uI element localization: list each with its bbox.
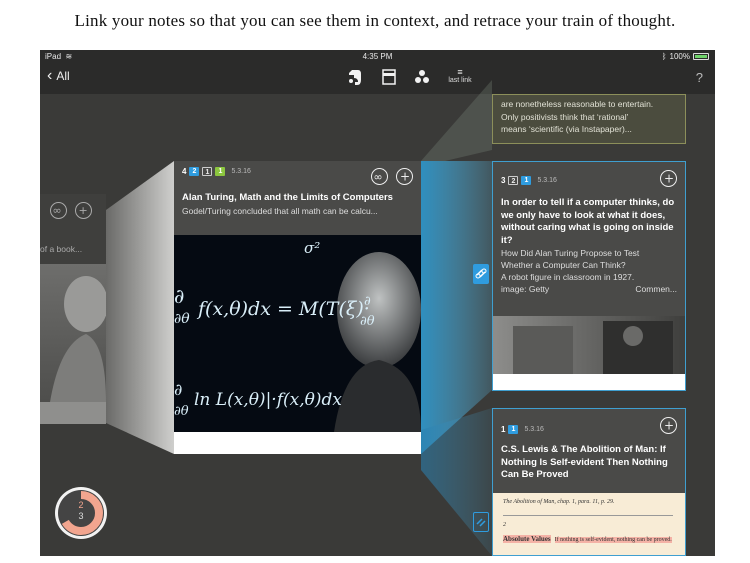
- robot-classroom-image: [493, 316, 685, 374]
- card-meta: 1 1 5.3.16: [501, 425, 677, 434]
- note-title: C.S. Lewis & The Abolition of Man: If No…: [501, 444, 668, 480]
- link-document-icon[interactable]: [473, 264, 489, 284]
- ghost-icons: ∞ +: [50, 202, 92, 219]
- doc-heading: Absolute Values: [503, 535, 551, 543]
- card-header: 1 1 5.3.16 + C.S. Lewis & The Abolition …: [493, 409, 685, 493]
- badge-blue: 1: [508, 425, 519, 434]
- svg-text:σ²: σ²: [304, 239, 320, 257]
- link-document-icon[interactable]: [473, 512, 489, 532]
- ipad-screen: iPad ≋ 4:35 PM ᛒ 100% ‹ All ≡ last link …: [40, 50, 715, 556]
- note-title: In order to tell if a computer thinks, d…: [501, 197, 675, 246]
- right-bottom-note-card[interactable]: 1 1 5.3.16 + C.S. Lewis & The Abolition …: [492, 408, 686, 556]
- badge-blue: 1: [521, 176, 532, 185]
- note-snippet-line: image: Getty Commen...: [501, 283, 677, 295]
- image-credit: image: Getty: [501, 284, 550, 294]
- zoom-in-icon[interactable]: +: [660, 417, 677, 434]
- doc-line: If nothing is self-evident, nothing can …: [554, 537, 672, 543]
- note-number: 3: [501, 176, 506, 185]
- note-title: Alan Turing, Math and the Limits of Comp…: [182, 192, 393, 203]
- svg-text:+: +: [79, 204, 88, 217]
- note-date: 5.3.16: [231, 168, 251, 175]
- svg-text:∂θ: ∂θ: [360, 314, 375, 329]
- svg-text:∂θ: ∂θ: [174, 311, 190, 327]
- card-actions: ∞ +: [371, 168, 413, 185]
- svg-text:+: +: [400, 170, 410, 184]
- zoom-in-icon[interactable]: +: [396, 168, 413, 185]
- svg-text:ln L(x,θ)|·f(x,θ)dx: ln L(x,θ)|·f(x,θ)dx: [194, 390, 342, 410]
- center-note-card[interactable]: 4 2 1 1 5.3.16 ∞ + Alan Turing, Math and…: [174, 161, 421, 454]
- ghost-photo: [40, 264, 106, 402]
- doc-header: The Abolition of Man, chap. 1, para. 11,…: [503, 499, 615, 505]
- badge-blue: 2: [189, 167, 200, 176]
- doc-number: 2: [503, 522, 506, 528]
- svg-text:∂: ∂: [174, 380, 182, 399]
- note-number: 4: [182, 167, 187, 176]
- link-icon[interactable]: ∞: [50, 202, 67, 219]
- note-snippet: Godel/Turing concluded that all math can…: [182, 205, 378, 216]
- top-note-card[interactable]: are nonetheless reasonable to entertain.…: [492, 94, 686, 144]
- svg-text:∞: ∞: [374, 171, 383, 184]
- svg-text:∂: ∂: [364, 294, 371, 309]
- svg-text:+: +: [664, 172, 674, 186]
- top-note-line: are nonetheless reasonable to entertain.: [501, 99, 654, 109]
- badge-green: 1: [215, 167, 226, 176]
- right-top-note-card[interactable]: 3 2 1 5.3.16 + In order to tell if a com…: [492, 161, 686, 391]
- ghost-snippet: of a book...: [40, 244, 83, 254]
- zoom-in-icon[interactable]: +: [75, 202, 92, 219]
- note-date: 5.3.16: [537, 177, 557, 184]
- top-note-line: Only positivists think that ‘rational’: [501, 111, 629, 122]
- card-header: 4 2 1 1 5.3.16 ∞ + Alan Turing, Math and…: [174, 161, 421, 235]
- zoom-in-icon[interactable]: +: [660, 170, 677, 187]
- svg-text:f(x,θ)dx = M(T(ξ)·: f(x,θ)dx = M(T(ξ)·: [196, 298, 370, 320]
- svg-text:∂: ∂: [174, 284, 184, 308]
- comment-snippet: Commen...: [635, 284, 677, 294]
- card-meta: 3 2 1 5.3.16: [501, 176, 677, 185]
- card-actions: +: [660, 417, 677, 434]
- note-date: 5.3.16: [524, 426, 544, 433]
- note-snippet-line: Whether a Computer Can Think?: [501, 260, 626, 270]
- turing-equation-image: σ² ∂ ∂θ f(x,θ)dx = M(T(ξ)· ∂ ∂θ ∂ ∂θ ln …: [174, 235, 421, 432]
- svg-text:∞: ∞: [53, 204, 62, 217]
- counter-current: 2: [78, 500, 84, 510]
- caption-text: Link your notes so that you can see them…: [74, 11, 676, 30]
- link-icon[interactable]: ∞: [371, 168, 388, 185]
- card-header: 3 2 1 5.3.16 + In order to tell if a com…: [493, 162, 685, 316]
- badge-grey: 1: [202, 167, 213, 176]
- svg-text:+: +: [664, 419, 674, 433]
- svg-text:∂θ: ∂θ: [174, 404, 189, 419]
- left-ghost-card[interactable]: ∞ + of a book...: [40, 194, 106, 424]
- badge-grey: 2: [508, 176, 519, 185]
- top-note-line: means ‘scientific (via Instapaper)...: [501, 124, 632, 134]
- history-counter[interactable]: 2 3: [54, 486, 108, 540]
- note-number: 1: [501, 425, 506, 434]
- counter-total: 3: [78, 511, 84, 521]
- note-snippet-line: A robot figure in classroom in 1927.: [501, 272, 635, 282]
- ghost-footer: [40, 402, 106, 424]
- card-actions: +: [660, 170, 677, 187]
- note-snippet-line: How Did Alan Turing Propose to Test: [501, 248, 640, 258]
- book-excerpt-image: The Abolition of Man, chap. 1, para. 11,…: [493, 493, 685, 555]
